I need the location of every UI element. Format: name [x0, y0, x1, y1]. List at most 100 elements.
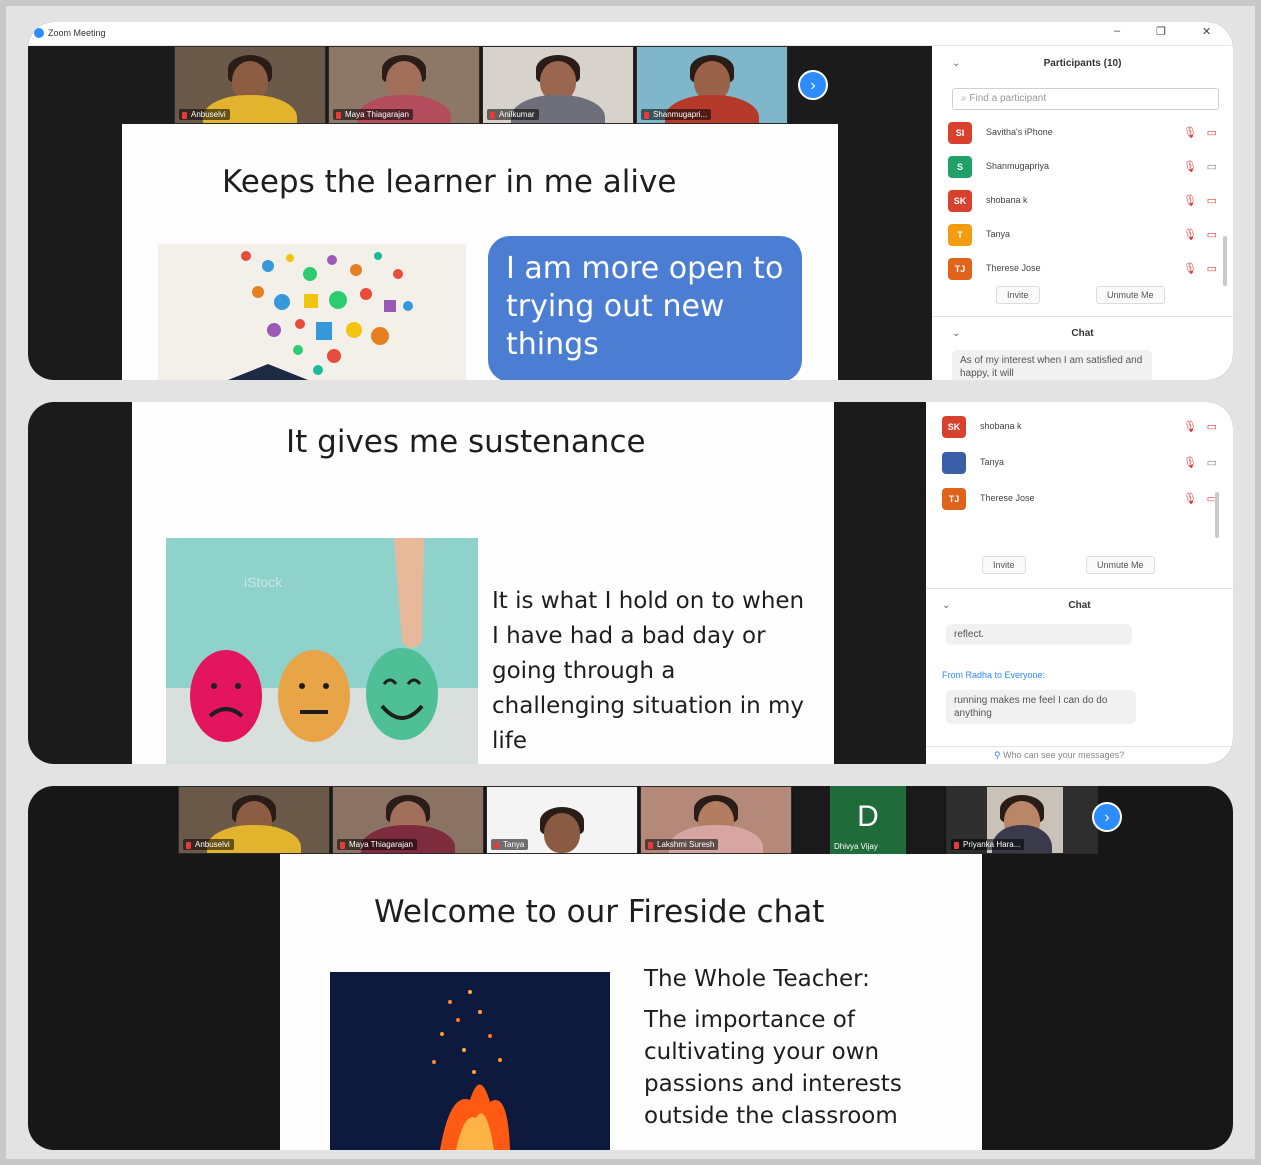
participant-search-input[interactable]: ⌕ Find a participant [952, 88, 1219, 110]
participant-name-label: Priyanka Hara... [951, 839, 1025, 850]
next-page-arrow-icon[interactable]: › [1092, 802, 1122, 832]
chat-input-placeholder: Who can see your messages? [1003, 750, 1125, 760]
participant-name-label: Maya Thiagarajan [333, 109, 413, 120]
mic-muted-icon[interactable]: 🎙︎ [1183, 228, 1197, 241]
video-icon[interactable]: ▭ [1207, 456, 1217, 469]
participant-row[interactable]: Tanya 🎙︎ ▭ [942, 452, 1221, 476]
restore-button[interactable]: ❐ [1156, 25, 1166, 38]
video-icon[interactable]: ▭ [1207, 160, 1217, 173]
video-tile[interactable]: Priyanka Hara... [946, 786, 1098, 854]
chat-header: Chat [1068, 600, 1091, 611]
participant-avatar: SK [942, 416, 966, 438]
invite-button[interactable]: Invite [982, 556, 1026, 574]
recipient-icon: ⚲ [994, 750, 1001, 760]
participant-row[interactable]: SK shobana k 🎙︎ ▭ [948, 190, 1221, 214]
video-thumbnail-strip: Anbuselvi Maya Thiagarajan Tanya Lakshmi… [178, 786, 1100, 854]
campfire-image [330, 972, 610, 1150]
participant-name-label: Anilkumar [487, 109, 539, 120]
video-thumbnail-strip: Anbuselvi Maya Thiagarajan Anilkumar Sha… [174, 46, 790, 124]
shared-slide: Welcome to our Fireside chat The Whole T… [280, 854, 982, 1150]
unmute-me-button[interactable]: Unmute Me [1096, 286, 1165, 304]
participant-row[interactable]: SK shobana k 🎙︎ ▭ [942, 416, 1221, 440]
mic-muted-icon[interactable]: 🎙︎ [1183, 456, 1197, 469]
chat-sender-line: From Radha to Everyone: [942, 670, 1046, 680]
search-icon: ⌕ [961, 93, 967, 104]
participants-scrollbar[interactable] [1215, 492, 1219, 538]
zoom-screenshot-1: Zoom Meeting – ❐ ✕ Anbuselvi Maya Thiaga… [28, 22, 1233, 380]
participant-row[interactable]: TJ Therese Jose 🎙︎ ▭ [948, 258, 1221, 282]
participant-name-label: Anbuselvi [179, 109, 230, 120]
participants-panel: SK shobana k 🎙︎ ▭ Tanya 🎙︎ ▭ TJ Therese … [926, 402, 1233, 764]
participant-face [544, 813, 580, 853]
participant-name-label: Dhivya Vijay [834, 842, 878, 851]
video-off-icon[interactable]: ▭ [1207, 126, 1217, 139]
participant-name: shobana k [986, 195, 1028, 205]
participant-name: Tanya [986, 229, 1011, 239]
unmute-me-button[interactable]: Unmute Me [1086, 556, 1155, 574]
participant-name: Therese Jose [986, 263, 1041, 273]
minimize-button[interactable]: – [1114, 25, 1120, 37]
mic-muted-icon[interactable]: 🎙︎ [1183, 420, 1197, 433]
chat-message: reflect. [946, 624, 1132, 645]
next-page-arrow-icon[interactable]: › [798, 70, 828, 100]
participant-row[interactable]: SI Savitha's iPhone 🎙︎ ▭ [948, 122, 1221, 146]
shared-slide: It gives me sustenance iStock It is what… [132, 402, 834, 764]
video-off-icon[interactable]: ▭ [1207, 228, 1217, 241]
participants-scrollbar[interactable] [1223, 236, 1227, 286]
participant-name-label: Anbuselvi [183, 839, 234, 850]
search-placeholder: Find a participant [969, 93, 1047, 104]
participant-name: Tanya [980, 457, 1005, 467]
chat-input[interactable]: ⚲ Who can see your messages? [994, 750, 1124, 761]
participant-avatar: S [948, 156, 972, 178]
participant-avatar: TJ [942, 488, 966, 510]
video-tile[interactable]: Maya Thiagarajan [328, 46, 480, 124]
mic-muted-icon[interactable]: 🎙︎ [1183, 194, 1197, 207]
participant-name-label: Maya Thiagarajan [337, 839, 417, 850]
participants-panel: ⌄ Participants (10) ⌕ Find a participant… [932, 46, 1233, 380]
mic-muted-icon[interactable]: 🎙︎ [1183, 492, 1197, 505]
participants-header: Participants (10) [1043, 58, 1122, 69]
video-tile[interactable]: Shanmugapri... [636, 46, 788, 124]
window-title: Zoom Meeting [48, 28, 106, 38]
window-titlebar: Zoom Meeting – ❐ ✕ [28, 22, 1233, 46]
slide-title: Welcome to our Fireside chat [374, 894, 825, 930]
video-off-icon[interactable]: ▭ [1207, 262, 1217, 275]
video-off-icon[interactable]: ▭ [1207, 420, 1217, 433]
chat-header: Chat [1071, 328, 1094, 339]
chat-message: running makes me feel I can do do anythi… [946, 690, 1136, 724]
participant-name-label: Tanya [491, 839, 529, 850]
participant-name: shobana k [980, 421, 1022, 431]
slide-body-text: The importance of cultivating your own p… [644, 1007, 902, 1129]
stock-watermark: iStock [244, 574, 283, 590]
panel-divider [926, 588, 1233, 589]
video-tile[interactable]: Lakshmi Suresh [640, 786, 792, 854]
video-tile[interactable]: Anilkumar [482, 46, 634, 124]
participant-avatar: SI [948, 122, 972, 144]
participant-name: Shanmugapriya [986, 161, 1050, 171]
slide-title: Keeps the learner in me alive [222, 164, 677, 200]
close-button[interactable]: ✕ [1202, 25, 1211, 38]
participant-row[interactable]: TJ Therese Jose 🎙︎ ▭ [942, 488, 1221, 512]
slide-heading: The Whole Teacher: [644, 966, 870, 992]
video-tile[interactable]: D Dhivya Vijay [794, 786, 944, 854]
science-icons-image [158, 244, 466, 380]
participant-row[interactable]: T Tanya 🎙︎ ▭ [948, 224, 1221, 248]
slide-title: It gives me sustenance [286, 424, 646, 460]
participant-name-label: Lakshmi Suresh [645, 839, 719, 850]
zoom-screenshot-3: Anbuselvi Maya Thiagarajan Tanya Lakshmi… [28, 786, 1233, 1150]
participant-avatar: SK [948, 190, 972, 212]
video-tile[interactable]: Maya Thiagarajan [332, 786, 484, 854]
mic-muted-icon[interactable]: 🎙︎ [1183, 126, 1197, 139]
participant-name-label: Shanmugapri... [641, 109, 712, 120]
slide-body-text: It is what I hold on to when I have had … [492, 588, 805, 754]
participant-avatar: T [948, 224, 972, 246]
video-tile[interactable]: Anbuselvi [178, 786, 330, 854]
invite-button[interactable]: Invite [996, 286, 1040, 304]
participant-row[interactable]: S Shanmugapriya 🎙︎ ▭ [948, 156, 1221, 180]
mic-muted-icon[interactable]: 🎙︎ [1183, 160, 1197, 173]
video-tile[interactable]: Anbuselvi [174, 46, 326, 124]
video-tile[interactable]: Tanya [486, 786, 638, 854]
video-off-icon[interactable]: ▭ [1207, 194, 1217, 207]
chat-input-divider [926, 746, 1233, 747]
mic-muted-icon[interactable]: 🎙︎ [1183, 262, 1197, 275]
